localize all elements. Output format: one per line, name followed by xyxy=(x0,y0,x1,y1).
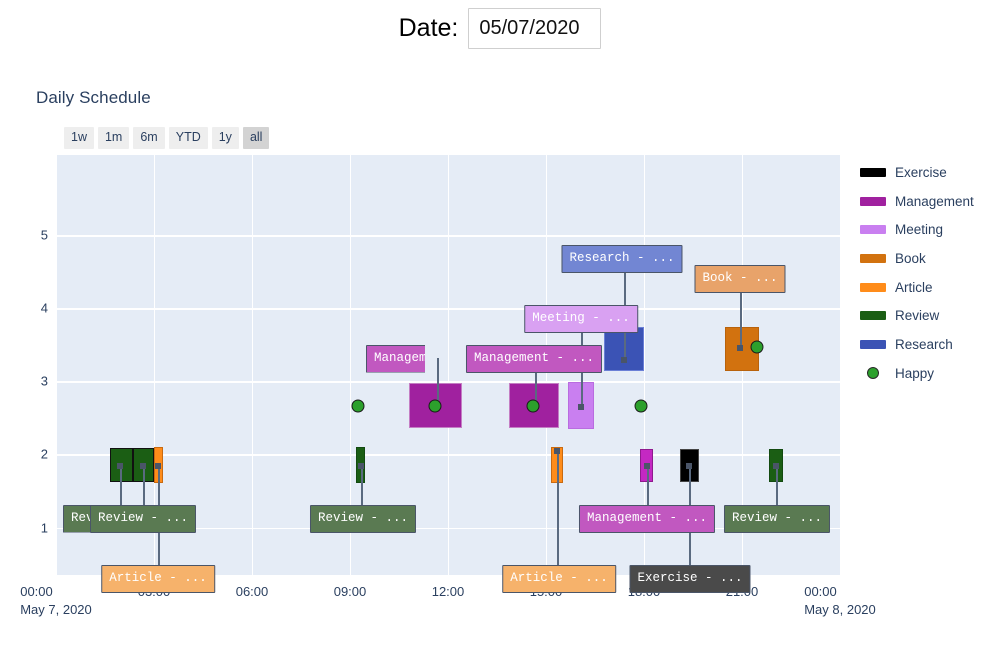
gridline-horizontal xyxy=(56,308,840,310)
annot-article-2[interactable]: Article - ... xyxy=(502,565,616,593)
range-selector: 1w 1m 6m YTD 1y all xyxy=(64,127,270,149)
legend-item-meeting[interactable]: Meeting xyxy=(860,215,1000,244)
x-tick-time: 06:00 xyxy=(235,584,269,599)
annotation-anchor xyxy=(686,463,692,469)
legend-item-article[interactable]: Article xyxy=(860,273,1000,302)
x-tick-label: 12:00 xyxy=(432,584,465,599)
x-tick-time: 00:00 xyxy=(20,584,53,599)
chart-title: Daily Schedule xyxy=(36,88,151,107)
happy-dot-icon xyxy=(867,367,879,380)
date-control-bar: Date: xyxy=(0,8,1000,49)
annot-management-2[interactable]: Management - ... xyxy=(465,345,603,373)
y-tick-label: 1 xyxy=(40,520,48,536)
gridline-vertical xyxy=(56,155,58,575)
range-button-1m[interactable]: 1m xyxy=(97,127,130,149)
annotation-anchor xyxy=(155,463,161,469)
annotation-anchor xyxy=(578,404,584,410)
date-input[interactable] xyxy=(468,8,602,49)
legend-item-exercise[interactable]: Exercise xyxy=(860,158,1000,187)
gridline-vertical xyxy=(252,155,254,575)
legend-label: Article xyxy=(895,279,933,295)
x-tick-date: May 7, 2020 xyxy=(20,602,92,617)
gridline-horizontal xyxy=(56,454,840,456)
legend-marker-icon xyxy=(860,367,886,380)
range-button-6m[interactable]: 6m xyxy=(133,127,165,149)
range-button-1w[interactable]: 1w xyxy=(64,127,94,149)
annotation-anchor xyxy=(140,463,146,469)
happy-marker-2[interactable] xyxy=(428,399,442,413)
range-button-1y[interactable]: 1y xyxy=(211,127,239,149)
legend-swatch-icon xyxy=(860,339,886,349)
legend-label: Review xyxy=(895,308,940,324)
annot-review-4[interactable]: Review - ... xyxy=(723,505,831,533)
annotation-anchor xyxy=(554,448,560,454)
legend-label: Research xyxy=(895,336,953,352)
legend-label: Exercise xyxy=(895,164,947,180)
annot-review-2[interactable]: Review - ... xyxy=(89,505,197,533)
annot-review-3[interactable]: Review - ... xyxy=(309,505,417,533)
x-tick-time: 12:00 xyxy=(431,584,465,599)
x-tick-label: 00:00 May 8, 2020 xyxy=(804,584,876,617)
annot-management-3[interactable]: Management - ... xyxy=(578,505,716,533)
legend-swatch-icon xyxy=(860,253,886,263)
annot-exercise[interactable]: Exercise - ... xyxy=(629,565,751,593)
y-tick-label: 3 xyxy=(40,373,48,389)
legend-label: Book xyxy=(895,250,926,266)
annot-meeting[interactable]: Meeting - ... xyxy=(524,305,638,333)
gridline-vertical xyxy=(840,155,842,575)
gridline-horizontal xyxy=(56,235,840,237)
x-tick-date: May 8, 2020 xyxy=(804,602,876,617)
gridline-vertical xyxy=(448,155,450,575)
legend-swatch-icon xyxy=(860,167,886,177)
annotation-leader-line xyxy=(557,451,559,578)
legend-swatch-icon xyxy=(860,311,886,321)
legend-item-book[interactable]: Book xyxy=(860,244,1000,273)
annot-article-1[interactable]: Article - ... xyxy=(101,565,215,593)
y-tick-label: 5 xyxy=(40,227,48,243)
y-axis-ticks: 1 2 3 4 5 xyxy=(0,155,56,575)
legend-item-review[interactable]: Review xyxy=(860,301,1000,330)
legend-swatch-icon xyxy=(860,225,886,235)
date-label: Date: xyxy=(398,14,459,42)
annotation-anchor xyxy=(737,345,743,351)
happy-marker-3[interactable] xyxy=(526,399,540,413)
annotation-anchor xyxy=(773,463,779,469)
legend-label: Management xyxy=(895,193,974,209)
x-tick-label: 06:00 xyxy=(236,584,269,599)
x-tick-label: 00:00 May 7, 2020 xyxy=(20,584,92,617)
annot-research[interactable]: Research - ... xyxy=(561,245,683,273)
legend-item-happy[interactable]: Happy xyxy=(860,359,1000,388)
happy-marker-1[interactable] xyxy=(351,399,365,413)
legend-label: Meeting xyxy=(895,222,944,238)
daily-schedule-chart: Daily Schedule 1w 1m 6m YTD 1y all 1 2 3 4 5 00:0… xyxy=(0,70,1000,658)
chart-legend: Exercise Management Meeting Book Article Revi… xyxy=(860,158,1000,388)
range-button-all[interactable]: all xyxy=(242,127,270,149)
y-tick-label: 2 xyxy=(40,446,48,462)
legend-item-management[interactable]: Management xyxy=(860,187,1000,216)
happy-marker-4[interactable] xyxy=(634,399,648,413)
annotation-anchor xyxy=(644,463,650,469)
x-tick-time: 09:00 xyxy=(333,584,367,599)
legend-item-research[interactable]: Research xyxy=(860,330,1000,359)
annotation-anchor xyxy=(358,463,364,469)
y-tick-label: 4 xyxy=(40,300,48,316)
x-tick-time: 00:00 xyxy=(804,584,837,599)
annotation-anchor xyxy=(621,357,627,363)
annot-book[interactable]: Book - ... xyxy=(694,265,786,293)
happy-marker-5[interactable] xyxy=(750,340,764,354)
legend-label: Happy xyxy=(895,365,935,381)
range-button-ytd[interactable]: YTD xyxy=(168,127,208,149)
x-tick-label: 09:00 xyxy=(334,584,367,599)
annotation-anchor xyxy=(117,463,123,469)
legend-swatch-icon xyxy=(860,196,886,206)
legend-swatch-icon xyxy=(860,282,886,292)
